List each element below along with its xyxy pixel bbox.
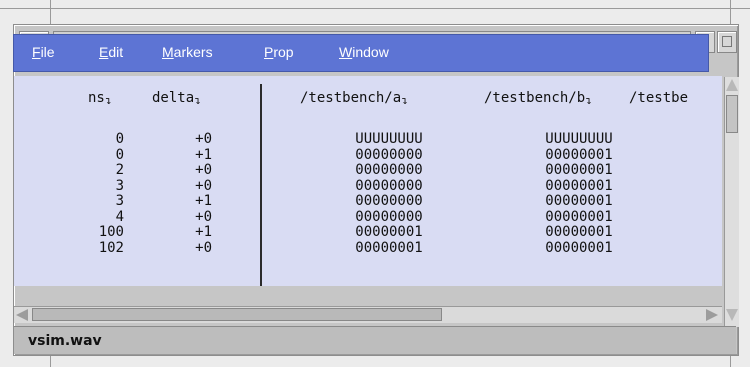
menu-edit-label: dit — [108, 44, 124, 60]
column-header-c[interactable]: /testbe — [629, 90, 688, 106]
menu-prop-label: rop — [273, 44, 294, 60]
vertical-scroll-thumb[interactable] — [726, 95, 738, 133]
column-header-c-label: /testbe — [629, 90, 689, 106]
menu-edit[interactable]: Edit — [99, 44, 123, 60]
cell-a: 00000000 — [355, 146, 423, 163]
column-header-delta-label: delta — [152, 90, 195, 106]
menu-edit-mnemonic: E — [99, 44, 109, 60]
cell-a: 00000000 — [355, 193, 423, 209]
cell-ns: 4 — [115, 208, 124, 225]
cell-delta: +0 — [195, 177, 212, 194]
maximize-button[interactable] — [717, 31, 737, 53]
sort-arrow-icon: ↴ — [401, 94, 408, 107]
menu-file-label: ile — [40, 44, 55, 60]
column-header-b-label: /testbench/b — [484, 90, 586, 106]
menu-markers[interactable]: Markers — [162, 44, 213, 60]
menu-file-mnemonic: F — [32, 44, 41, 60]
scroll-right-arrow-icon[interactable] — [706, 309, 718, 321]
status-bar: vsim.wav — [14, 326, 736, 354]
cell-delta: +0 — [195, 208, 212, 225]
cell-delta: +0 — [195, 131, 212, 147]
b-column: UUUUUUUU 00000001 00000001 00000001 0000… — [524, 131, 634, 256]
cell-delta: +1 — [195, 193, 212, 209]
cell-b: 00000001 — [545, 146, 613, 163]
menu-file[interactable]: File — [32, 44, 55, 60]
cell-ns: 3 — [115, 193, 124, 209]
scroll-left-arrow-icon[interactable] — [16, 309, 28, 321]
cell-a: UUUUUUUU — [355, 131, 423, 147]
cell-b: 00000001 — [545, 162, 613, 178]
a-column: UUUUUUUU 00000000 00000000 00000000 0000… — [334, 131, 444, 256]
menu-window[interactable]: Window — [339, 44, 389, 60]
menu-bar: File Edit Markers Prop Window — [13, 34, 709, 72]
cell-ns: 0 — [115, 146, 124, 163]
horizontal-scroll-thumb[interactable] — [32, 308, 442, 321]
column-header-a[interactable]: /testbench/a↴ — [300, 90, 408, 107]
column-header-delta[interactable]: delta↴ — [152, 90, 201, 107]
column-header-b[interactable]: /testbench/b↴ — [484, 90, 592, 107]
cell-a: 00000000 — [355, 162, 423, 178]
horizontal-scrollbar[interactable] — [14, 306, 722, 323]
scroll-up-arrow-icon[interactable] — [726, 79, 738, 91]
cell-delta: +0 — [195, 162, 212, 178]
background-line-top — [0, 8, 750, 9]
menu-window-label: indow — [352, 44, 389, 60]
cell-delta: +1 — [195, 224, 212, 240]
menu-prop-mnemonic: P — [264, 44, 274, 60]
column-divider[interactable] — [260, 84, 262, 286]
cell-ns: 0 — [115, 131, 124, 147]
cell-a: 00000001 — [355, 224, 423, 240]
cell-a: 00000000 — [355, 177, 423, 194]
cell-b: 00000001 — [545, 193, 613, 209]
maximize-icon — [722, 36, 732, 47]
cell-ns: 3 — [115, 177, 124, 194]
list-panel: ns↴ delta↴ /testbench/a↴ /testbench/b↴ /… — [14, 76, 722, 286]
scroll-down-arrow-icon[interactable] — [726, 309, 738, 321]
cell-b: 00000001 — [545, 224, 613, 240]
vertical-scrollbar[interactable] — [724, 77, 739, 327]
cell-delta: +1 — [195, 146, 212, 163]
cell-b: UUUUUUUU — [545, 131, 613, 147]
menu-window-mnemonic: W — [339, 44, 353, 60]
cell-ns: 102 — [98, 239, 124, 256]
menu-markers-label: arkers — [173, 44, 213, 60]
sort-arrow-icon: ↴ — [194, 94, 201, 107]
cell-a: 00000000 — [355, 208, 423, 225]
sort-arrow-icon: ↴ — [585, 94, 592, 107]
column-header-a-label: /testbench/a — [300, 90, 402, 106]
column-header-ns-label: ns — [88, 90, 105, 106]
cell-a: 00000001 — [355, 239, 423, 256]
delta-column: +0 +1 +0 +0 +1 +0 +1 +0 — [164, 131, 212, 256]
ns-column: 0 0 2 3 3 4 100 102 — [74, 131, 124, 256]
cell-b: 00000001 — [545, 177, 613, 194]
sort-arrow-icon: ↴ — [104, 94, 112, 107]
cell-b: 00000001 — [545, 239, 613, 256]
column-header-ns[interactable]: ns↴ — [88, 90, 111, 107]
menu-prop[interactable]: Prop — [264, 44, 294, 60]
cell-delta: +0 — [195, 239, 212, 256]
cell-ns: 2 — [115, 162, 124, 178]
cell-b: 00000001 — [545, 208, 613, 225]
cell-ns: 100 — [98, 224, 124, 240]
menu-markers-mnemonic: M — [162, 44, 174, 60]
